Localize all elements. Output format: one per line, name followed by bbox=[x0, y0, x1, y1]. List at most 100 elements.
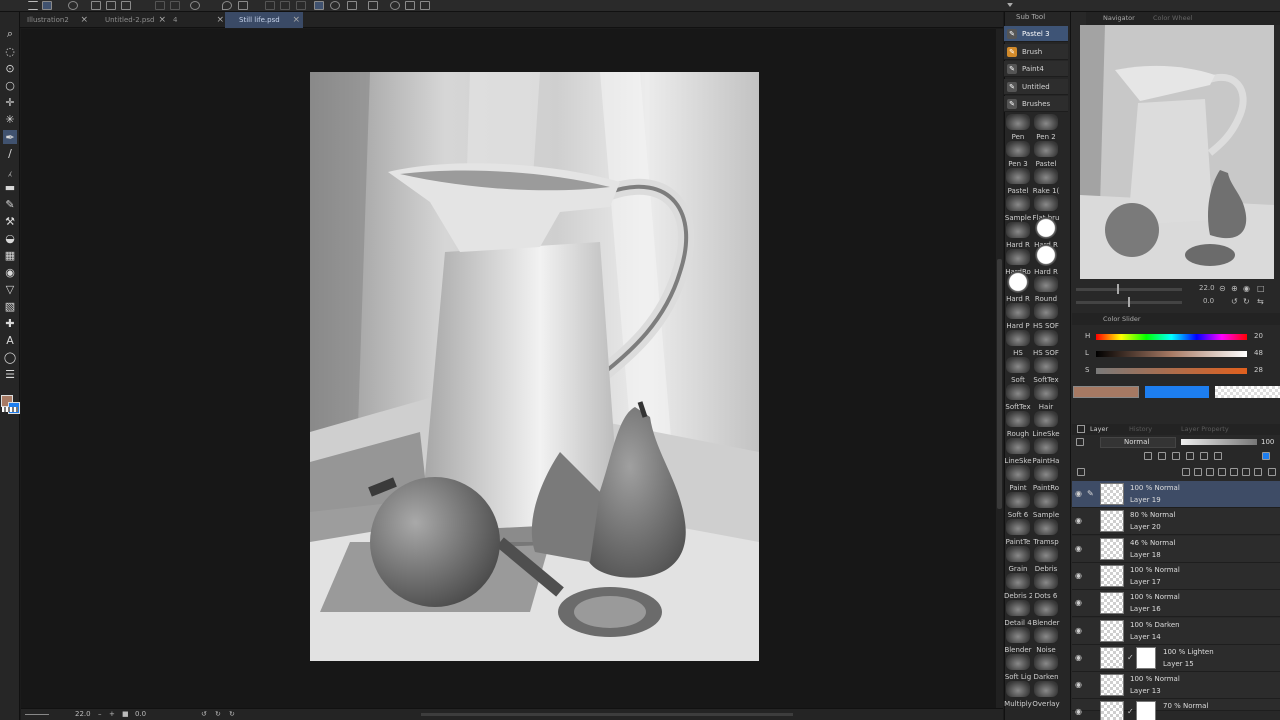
brush-preset[interactable]: Hair bbox=[1032, 384, 1060, 411]
new-folder-icon[interactable] bbox=[1206, 468, 1214, 476]
document-icon[interactable] bbox=[368, 1, 378, 10]
brush-preset[interactable]: Multiply bbox=[1004, 681, 1032, 708]
luminance-slider[interactable]: L 48 bbox=[1085, 349, 1280, 361]
eyedropper-icon[interactable]: ⁁ bbox=[3, 163, 17, 177]
brush-preset[interactable]: Sample bbox=[1032, 492, 1060, 519]
close-icon[interactable]: × bbox=[80, 12, 88, 28]
zoom-out-icon[interactable]: ⊝ bbox=[1219, 284, 1226, 293]
subtool-group-4[interactable]: ✎ Brushes bbox=[1004, 96, 1068, 112]
brush-preset[interactable]: SoftTex bbox=[1004, 384, 1032, 411]
panel-collapse-icon[interactable] bbox=[1007, 3, 1013, 8]
undo-icon[interactable] bbox=[155, 1, 165, 10]
window-icon[interactable] bbox=[420, 1, 430, 10]
pen-icon[interactable]: ✒ bbox=[3, 130, 17, 144]
move-icon[interactable]: ✛ bbox=[3, 95, 17, 109]
layer-color-icon[interactable] bbox=[1262, 452, 1270, 460]
brush-preset[interactable]: Blender bbox=[1004, 627, 1032, 654]
zoom-in-icon[interactable]: ⊕ bbox=[1231, 284, 1238, 293]
tab-illustration2[interactable]: Illustration2 × bbox=[13, 12, 91, 28]
opacity-slider[interactable] bbox=[1181, 439, 1257, 445]
brush-preset[interactable]: PaintHa bbox=[1032, 438, 1060, 465]
rotate-icon[interactable] bbox=[330, 1, 340, 10]
brush-preset[interactable]: SoftTex bbox=[1032, 357, 1060, 384]
layer-row[interactable]: ◉ 100 % Normal Layer 17 bbox=[1072, 562, 1280, 590]
draft-icon[interactable] bbox=[1186, 452, 1194, 460]
combine-icon[interactable] bbox=[1230, 468, 1238, 476]
panel-menu-icon[interactable] bbox=[1077, 468, 1085, 476]
eye-icon[interactable]: ◉ bbox=[1075, 707, 1084, 716]
navigator-zoom-value[interactable]: 22.0 bbox=[1199, 284, 1215, 292]
crop-icon[interactable] bbox=[347, 1, 357, 10]
main-color-swatch[interactable] bbox=[1073, 386, 1139, 398]
subtool-group-3[interactable]: ✎Untitled Brush bbox=[1004, 78, 1068, 107]
apply-mask-icon[interactable] bbox=[1254, 468, 1262, 476]
brush-preset[interactable]: PaintTe bbox=[1004, 519, 1032, 546]
brush-preset[interactable]: HS SOF bbox=[1032, 303, 1060, 330]
navigator-preview[interactable] bbox=[1080, 25, 1274, 279]
drop-icon[interactable]: ◉ bbox=[3, 265, 17, 279]
luminance-value[interactable]: 48 bbox=[1254, 349, 1263, 357]
close-icon[interactable]: × bbox=[216, 12, 224, 28]
saturation-bar[interactable] bbox=[1096, 368, 1247, 374]
brush-preset[interactable]: PaintRo bbox=[1032, 465, 1060, 492]
brush-preset[interactable]: Paint bbox=[1004, 465, 1032, 492]
brush-preset[interactable]: Hard R bbox=[1004, 222, 1032, 249]
brush-preset[interactable]: Soft 6 bbox=[1004, 492, 1032, 519]
subtool-group-1[interactable]: ✎ Brush bbox=[1004, 43, 1068, 60]
heart-icon[interactable] bbox=[222, 1, 232, 10]
fill-icon[interactable] bbox=[280, 1, 290, 10]
sub-color-swatch[interactable] bbox=[1145, 386, 1209, 398]
hue-slider[interactable]: H 20 bbox=[1085, 332, 1280, 344]
artwork-canvas[interactable] bbox=[310, 72, 759, 661]
brush-preset[interactable]: Dots 6 bbox=[1032, 573, 1060, 600]
rotate-left-icon[interactable]: ↺ bbox=[1231, 297, 1238, 306]
canvas-horizontal-scrollbar[interactable] bbox=[421, 713, 793, 716]
rotate-right-icon[interactable]: ↻ bbox=[215, 710, 221, 718]
text-icon[interactable]: A bbox=[3, 333, 17, 347]
scrollbar-thumb[interactable] bbox=[997, 259, 1002, 509]
spinner-icon[interactable] bbox=[190, 1, 200, 10]
layer-row[interactable]: ◉ 100 % Normal Layer 16 bbox=[1072, 590, 1280, 618]
new-raster-layer-icon[interactable] bbox=[1182, 468, 1190, 476]
brush-preset[interactable]: Tramsp bbox=[1032, 519, 1060, 546]
brush-preset[interactable]: Rake 1( bbox=[1032, 168, 1060, 195]
eye-icon[interactable]: ◉ bbox=[1075, 626, 1084, 635]
pencil-icon[interactable]: ∕ bbox=[3, 146, 17, 160]
navigator-rotate-handle[interactable] bbox=[1128, 297, 1130, 307]
transfer-down-icon[interactable] bbox=[1218, 468, 1226, 476]
brush-preset[interactable]: Hard P bbox=[1004, 303, 1032, 330]
layer-color-icon[interactable] bbox=[1076, 438, 1084, 446]
new-vector-layer-icon[interactable] bbox=[1194, 468, 1202, 476]
selection-icon[interactable] bbox=[314, 1, 324, 10]
rotate-left-icon[interactable]: ↺ bbox=[201, 710, 207, 718]
tab-history[interactable]: History bbox=[1129, 424, 1152, 435]
brush-preset[interactable]: Hard R bbox=[1032, 244, 1060, 276]
subtool-group-2[interactable]: ✎ Paint4 bbox=[1004, 61, 1068, 77]
luminance-bar[interactable] bbox=[1096, 351, 1247, 357]
brush-preset[interactable]: Pen bbox=[1004, 114, 1032, 141]
brush-preset[interactable]: Overlay bbox=[1032, 681, 1060, 708]
correct-line-icon[interactable]: ☰ bbox=[3, 367, 17, 381]
navigator-zoom-handle[interactable] bbox=[1117, 284, 1119, 294]
eye-icon[interactable]: ◉ bbox=[1075, 598, 1084, 607]
ruler-icon[interactable]: ✚ bbox=[3, 316, 17, 330]
eye-icon[interactable]: ◉ bbox=[1075, 516, 1084, 525]
clip-icon[interactable] bbox=[1158, 452, 1166, 460]
zoom-slider[interactable] bbox=[25, 714, 49, 715]
rotate-right-icon[interactable]: ↻ bbox=[1243, 297, 1250, 306]
layer-row[interactable]: ◉ 100 % Darken Layer 14 bbox=[1072, 617, 1280, 645]
hue-value[interactable]: 20 bbox=[1254, 332, 1263, 340]
grid-icon[interactable]: ▦ bbox=[3, 248, 17, 262]
sparkle-icon[interactable]: ✳ bbox=[3, 112, 17, 126]
redo-icon[interactable] bbox=[170, 1, 180, 10]
fit-icon[interactable]: ◉ bbox=[1243, 284, 1250, 293]
brush-preset[interactable]: Rough bbox=[1004, 411, 1032, 438]
vector-icon[interactable]: ▽ bbox=[3, 282, 17, 296]
brush-preset[interactable]: Debris 2 bbox=[1004, 573, 1032, 600]
navigator-angle-value[interactable]: 0.0 bbox=[1203, 297, 1214, 305]
layout-icon[interactable] bbox=[405, 1, 415, 10]
brush-preset[interactable]: HS bbox=[1004, 330, 1032, 357]
layer-row[interactable]: ◉ 46 % Normal Layer 18 bbox=[1072, 535, 1280, 563]
tab-still-life[interactable]: Still life.psd × bbox=[225, 12, 303, 28]
clear-icon[interactable] bbox=[265, 1, 275, 10]
